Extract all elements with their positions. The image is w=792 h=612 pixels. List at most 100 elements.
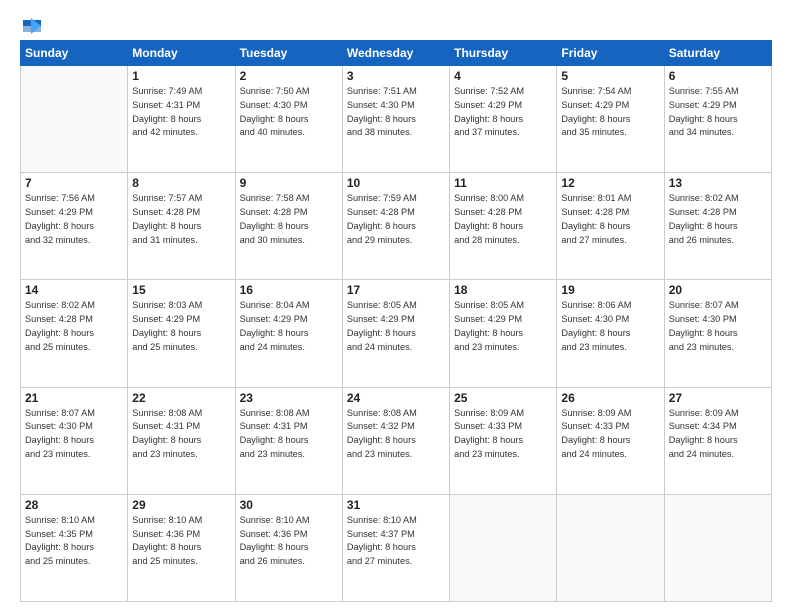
weekday-header: Friday [557, 41, 664, 66]
calendar-cell: 30Sunrise: 8:10 AMSunset: 4:36 PMDayligh… [235, 494, 342, 601]
day-number: 17 [347, 283, 445, 297]
day-number: 20 [669, 283, 767, 297]
calendar-cell [450, 494, 557, 601]
day-number: 19 [561, 283, 659, 297]
day-info: Sunrise: 8:10 AMSunset: 4:35 PMDaylight:… [25, 514, 123, 569]
calendar-week-row: 21Sunrise: 8:07 AMSunset: 4:30 PMDayligh… [21, 387, 772, 494]
day-info: Sunrise: 7:54 AMSunset: 4:29 PMDaylight:… [561, 85, 659, 140]
day-number: 9 [240, 176, 338, 190]
day-number: 29 [132, 498, 230, 512]
day-info: Sunrise: 7:55 AMSunset: 4:29 PMDaylight:… [669, 85, 767, 140]
day-info: Sunrise: 7:50 AMSunset: 4:30 PMDaylight:… [240, 85, 338, 140]
calendar-cell: 25 Sunrise: 8:09 AMSunset: 4:33 PMDayligh… [450, 387, 557, 494]
day-number: 6 [669, 69, 767, 83]
calendar-cell: 15 Sunrise: 8:03 AMSunset: 4:29 PMDayligh… [128, 280, 235, 387]
day-info: Sunrise: 8:10 AMSunset: 4:36 PMDaylight:… [240, 514, 338, 569]
calendar: SundayMondayTuesdayWednesdayThursdayFrid… [20, 40, 772, 602]
calendar-cell: 23 Sunrise: 8:08 AMSunset: 4:31 PMDayligh… [235, 387, 342, 494]
day-number: 28 [25, 498, 123, 512]
calendar-cell: 31 Sunrise: 8:10 AMSunset: 4:37 PMDayligh… [342, 494, 449, 601]
day-info: Sunrise: 8:05 AMSunset: 4:29 PMDaylight:… [347, 299, 445, 354]
day-info: Sunrise: 8:09 AMSunset: 4:33 PMDaylight:… [454, 407, 552, 462]
calendar-cell: 9 Sunrise: 7:58 AMSunset: 4:28 PMDaylight… [235, 173, 342, 280]
calendar-cell [557, 494, 664, 601]
day-info: Sunrise: 8:05 AMSunset: 4:29 PMDaylight:… [454, 299, 552, 354]
day-number: 27 [669, 391, 767, 405]
day-info: Sunrise: 7:49 AMSunset: 4:31 PMDaylight:… [132, 85, 230, 140]
day-number: 1 [132, 69, 230, 83]
day-info: Sunrise: 8:07 AMSunset: 4:30 PMDaylight:… [669, 299, 767, 354]
day-number: 26 [561, 391, 659, 405]
day-number: 31 [347, 498, 445, 512]
calendar-cell: 1 Sunrise: 7:49 AMSunset: 4:31 PMDaylight… [128, 66, 235, 173]
day-info: Sunrise: 8:08 AMSunset: 4:31 PMDaylight:… [240, 407, 338, 462]
day-info: Sunrise: 8:02 AMSunset: 4:28 PMDaylight:… [669, 192, 767, 247]
day-number: 25 [454, 391, 552, 405]
calendar-cell: 5 Sunrise: 7:54 AMSunset: 4:29 PMDaylight… [557, 66, 664, 173]
calendar-week-row: 7 Sunrise: 7:56 AMSunset: 4:29 PMDaylight… [21, 173, 772, 280]
weekday-header: Tuesday [235, 41, 342, 66]
day-number: 23 [240, 391, 338, 405]
day-number: 15 [132, 283, 230, 297]
day-info: Sunrise: 8:03 AMSunset: 4:29 PMDaylight:… [132, 299, 230, 354]
day-number: 22 [132, 391, 230, 405]
calendar-cell: 27 Sunrise: 8:09 AMSunset: 4:34 PMDayligh… [664, 387, 771, 494]
calendar-cell: 7 Sunrise: 7:56 AMSunset: 4:29 PMDaylight… [21, 173, 128, 280]
day-info: Sunrise: 7:51 AMSunset: 4:30 PMDaylight:… [347, 85, 445, 140]
day-info: Sunrise: 8:01 AMSunset: 4:28 PMDaylight:… [561, 192, 659, 247]
day-number: 10 [347, 176, 445, 190]
calendar-cell: 21Sunrise: 8:07 AMSunset: 4:30 PMDayligh… [21, 387, 128, 494]
calendar-cell: 6 Sunrise: 7:55 AMSunset: 4:29 PMDaylight… [664, 66, 771, 173]
day-info: Sunrise: 8:10 AMSunset: 4:36 PMDaylight:… [132, 514, 230, 569]
day-info: Sunrise: 8:06 AMSunset: 4:30 PMDaylight:… [561, 299, 659, 354]
day-number: 5 [561, 69, 659, 83]
day-number: 4 [454, 69, 552, 83]
day-number: 3 [347, 69, 445, 83]
calendar-header-row: SundayMondayTuesdayWednesdayThursdayFrid… [21, 41, 772, 66]
day-number: 2 [240, 69, 338, 83]
day-number: 16 [240, 283, 338, 297]
day-info: Sunrise: 7:57 AMSunset: 4:28 PMDaylight:… [132, 192, 230, 247]
calendar-cell: 4 Sunrise: 7:52 AMSunset: 4:29 PMDaylight… [450, 66, 557, 173]
calendar-cell: 18 Sunrise: 8:05 AMSunset: 4:29 PMDayligh… [450, 280, 557, 387]
calendar-cell: 14 Sunrise: 8:02 AMSunset: 4:28 PMDayligh… [21, 280, 128, 387]
day-info: Sunrise: 7:52 AMSunset: 4:29 PMDaylight:… [454, 85, 552, 140]
calendar-cell: 10 Sunrise: 7:59 AMSunset: 4:28 PMDayligh… [342, 173, 449, 280]
calendar-cell: 16Sunrise: 8:04 AMSunset: 4:29 PMDayligh… [235, 280, 342, 387]
day-number: 8 [132, 176, 230, 190]
calendar-cell [21, 66, 128, 173]
day-number: 18 [454, 283, 552, 297]
day-info: Sunrise: 8:08 AMSunset: 4:31 PMDaylight:… [132, 407, 230, 462]
weekday-header: Wednesday [342, 41, 449, 66]
day-number: 14 [25, 283, 123, 297]
day-info: Sunrise: 8:09 AMSunset: 4:33 PMDaylight:… [561, 407, 659, 462]
day-info: Sunrise: 8:08 AMSunset: 4:32 PMDaylight:… [347, 407, 445, 462]
calendar-cell: 17 Sunrise: 8:05 AMSunset: 4:29 PMDayligh… [342, 280, 449, 387]
calendar-cell: 29 Sunrise: 8:10 AMSunset: 4:36 PMDayligh… [128, 494, 235, 601]
calendar-week-row: 14 Sunrise: 8:02 AMSunset: 4:28 PMDayligh… [21, 280, 772, 387]
logo-flag-icon [21, 18, 43, 34]
day-info: Sunrise: 8:09 AMSunset: 4:34 PMDaylight:… [669, 407, 767, 462]
day-info: Sunrise: 7:59 AMSunset: 4:28 PMDaylight:… [347, 192, 445, 247]
calendar-cell: 24Sunrise: 8:08 AMSunset: 4:32 PMDayligh… [342, 387, 449, 494]
calendar-cell: 12 Sunrise: 8:01 AMSunset: 4:28 PMDayligh… [557, 173, 664, 280]
day-info: Sunrise: 8:02 AMSunset: 4:28 PMDaylight:… [25, 299, 123, 354]
header [20, 18, 772, 30]
calendar-cell: 3 Sunrise: 7:51 AMSunset: 4:30 PMDaylight… [342, 66, 449, 173]
calendar-cell: 8 Sunrise: 7:57 AMSunset: 4:28 PMDaylight… [128, 173, 235, 280]
calendar-cell: 20 Sunrise: 8:07 AMSunset: 4:30 PMDayligh… [664, 280, 771, 387]
calendar-week-row: 28 Sunrise: 8:10 AMSunset: 4:35 PMDayligh… [21, 494, 772, 601]
logo [20, 18, 43, 30]
day-info: Sunrise: 7:58 AMSunset: 4:28 PMDaylight:… [240, 192, 338, 247]
day-number: 7 [25, 176, 123, 190]
day-info: Sunrise: 7:56 AMSunset: 4:29 PMDaylight:… [25, 192, 123, 247]
day-info: Sunrise: 8:10 AMSunset: 4:37 PMDaylight:… [347, 514, 445, 569]
weekday-header: Saturday [664, 41, 771, 66]
weekday-header: Sunday [21, 41, 128, 66]
calendar-cell: 2 Sunrise: 7:50 AMSunset: 4:30 PMDaylight… [235, 66, 342, 173]
day-number: 21 [25, 391, 123, 405]
day-number: 11 [454, 176, 552, 190]
day-number: 12 [561, 176, 659, 190]
weekday-header: Monday [128, 41, 235, 66]
calendar-cell: 22 Sunrise: 8:08 AMSunset: 4:31 PMDayligh… [128, 387, 235, 494]
